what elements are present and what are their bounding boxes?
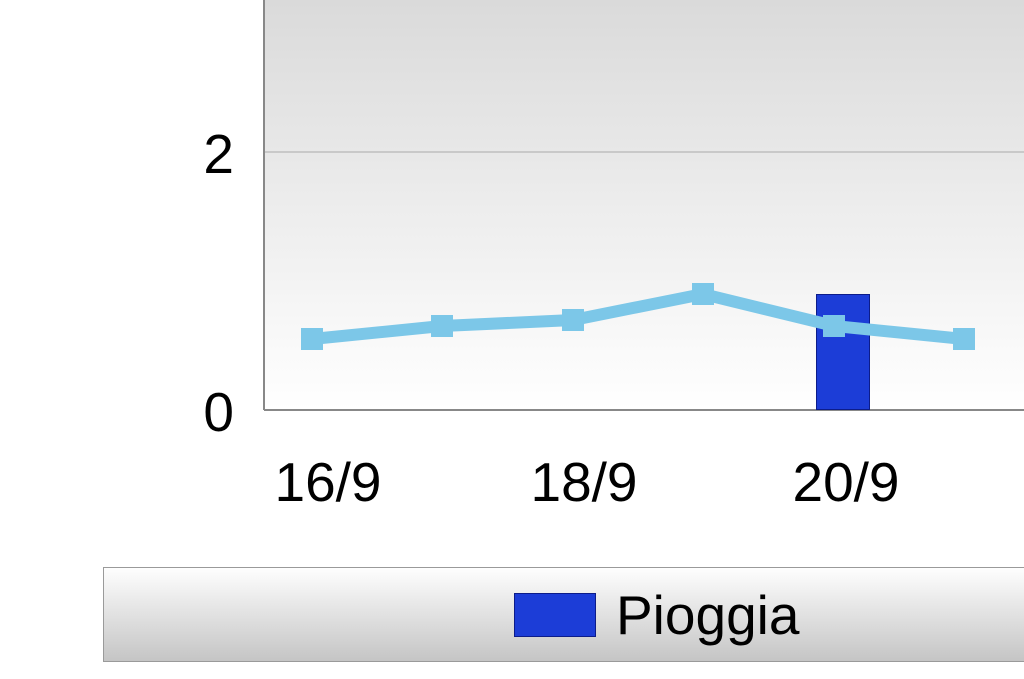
line-marker [301,328,323,350]
legend-swatch-pioggia [514,593,596,637]
chart-container: 2 0 Velo 16/9 18/9 20/9 Pioggia [0,0,1024,679]
y-tick-0: 0 [203,380,234,444]
line-marker [953,328,975,350]
line-marker [823,315,845,337]
line-marker [431,315,453,337]
x-tick-18-9: 18/9 [530,450,637,514]
y-tick-2: 2 [203,122,234,186]
line-path [312,294,964,339]
legend: Pioggia [103,567,1024,662]
line-marker [562,309,584,331]
x-tick-20-9: 20/9 [792,450,899,514]
x-tick-16-9: 16/9 [274,450,381,514]
legend-label-pioggia: Pioggia [616,583,799,647]
line-marker [692,283,714,305]
